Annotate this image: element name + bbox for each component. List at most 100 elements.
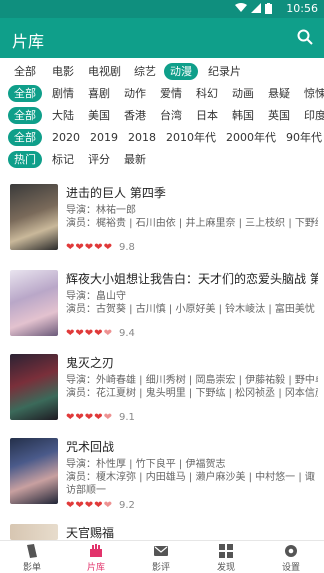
grid-icon (218, 543, 234, 559)
film-library-icon (88, 543, 104, 559)
heart-icon: ❤ (84, 328, 94, 339)
item-cast: 演员：花江夏树 | 鬼头明里 | 下野纮 | 松冈祯丞 | 冈本信彦 (66, 388, 318, 399)
filter-type-movie[interactable]: 电影 (46, 63, 80, 80)
filter-region-kr[interactable]: 韩国 (226, 107, 260, 124)
item-rating: ❤ ❤ ❤ ❤ ❤ 9.8 (66, 242, 135, 253)
filter-region-uk[interactable]: 英国 (262, 107, 296, 124)
filter-genre-mystery[interactable]: 悬疑 (262, 85, 296, 102)
filter-genre-scifi[interactable]: 科幻 (190, 85, 224, 102)
item-director: 导演：外崎春雄 | 细川秀树 | 岡島崇宏 | 伊藤祐毅 | 野中卓也 (66, 375, 318, 386)
filter-region-tw[interactable]: 台湾 (154, 107, 188, 124)
filter-genre-comedy[interactable]: 喜剧 (82, 85, 116, 102)
item-title: 天官赐福 (66, 526, 115, 540)
poster-image (10, 438, 58, 504)
item-text: 咒术回战 导演：朴性厚 | 竹下良平 | 伊福贺志 演员：榎木淳弥 | 内田雄马… (66, 438, 318, 497)
filter-year-2019[interactable]: 2019 (84, 129, 124, 146)
tab-library[interactable]: 片库 (64, 543, 128, 573)
heart-icon: ❤ (84, 242, 94, 253)
poster-image (10, 354, 58, 420)
heart-icon: ❤ (84, 500, 94, 511)
filter-year-all[interactable]: 全部 (8, 129, 42, 146)
heart-icon: ❤ (66, 242, 75, 253)
filter-row-sort: 热门 标记 评分 最新 (0, 148, 324, 170)
filter-type-documentary[interactable]: 纪录片 (202, 63, 247, 80)
filter-genre-action[interactable]: 动作 (118, 85, 152, 102)
filter-year-2020[interactable]: 2020 (46, 129, 86, 146)
item-director: 导演：畠山守 (66, 291, 126, 302)
item-text: 进击的巨人 第四季 导演：林祐一郎 演员：梶裕贵 | 石川由依 | 井上麻里奈 … (66, 184, 318, 230)
heart-icon: ❤ (75, 328, 84, 339)
item-score: 9.1 (118, 412, 135, 423)
filter-genre-animation[interactable]: 动画 (226, 85, 260, 102)
filter-type-anime[interactable]: 动漫 (164, 63, 198, 80)
app-bar: 片库 (0, 18, 324, 58)
tab-settings[interactable]: 设置 (259, 543, 323, 573)
filter-year-2010s[interactable]: 2010年代 (160, 129, 222, 146)
filter-genre-all[interactable]: 全部 (8, 85, 42, 102)
book-icon (24, 543, 40, 559)
gear-icon (283, 543, 299, 559)
filter-genre-thriller[interactable]: 惊悚 (298, 85, 324, 102)
filter-region-us[interactable]: 美国 (82, 107, 116, 124)
filter-region-hk[interactable]: 香港 (118, 107, 152, 124)
heart-icon: ❤ (75, 412, 84, 423)
item-director: 导演：朴性厚 | 竹下良平 | 伊福贺志 (66, 459, 226, 470)
heart-icon: ❤ (66, 412, 75, 423)
tab-watchlist[interactable]: 影单 (0, 543, 64, 573)
filter-row-type: 全部 电影 电视剧 综艺 动漫 纪录片 (0, 60, 324, 82)
heart-icon: ❤ (66, 500, 75, 511)
item-score: 9.8 (118, 242, 135, 253)
item-text: 天官赐福 (66, 524, 318, 540)
filter-row-genre: 全部 剧情 喜剧 动作 爱情 科幻 动画 悬疑 惊悚 (0, 82, 324, 104)
item-rating: ❤ ❤ ❤ ❤ ❤ 9.4 (66, 328, 135, 339)
list-item[interactable]: 鬼灭之刃 导演：外崎春雄 | 细川秀树 | 岡島崇宏 | 伊藤祐毅 | 野中卓也… (0, 354, 324, 440)
filter-year-2000s[interactable]: 2000年代 (220, 129, 282, 146)
filter-region-all[interactable]: 全部 (8, 107, 42, 124)
sort-marked[interactable]: 标记 (46, 151, 80, 168)
signal-icon (251, 3, 261, 17)
half-heart-icon: ❤ (103, 412, 112, 423)
status-time: 10:56 (286, 2, 318, 15)
filter-region-mainland[interactable]: 大陆 (46, 107, 80, 124)
filter-region-jp[interactable]: 日本 (190, 107, 224, 124)
filter-type-variety[interactable]: 综艺 (128, 63, 162, 80)
sort-hot[interactable]: 热门 (8, 151, 42, 168)
item-cast: 演员：榎木淳弥 | 内田雄马 | 濑户麻沙美 | 中村悠一 | 诹访部顺一 (66, 472, 315, 496)
filter-year-90s[interactable]: 90年代 (280, 129, 324, 146)
filter-region-in[interactable]: 印度 (298, 107, 324, 124)
item-cast: 演员：梶裕贵 | 石川由依 | 井上麻里奈 | 三上枝织 | 下野纮 (66, 218, 318, 229)
list-item[interactable]: 咒术回战 导演：朴性厚 | 竹下良平 | 伊福贺志 演员：榎木淳弥 | 内田雄马… (0, 438, 324, 524)
heart-icon: ❤ (84, 412, 94, 423)
filter-type-tv[interactable]: 电视剧 (82, 63, 127, 80)
tab-reviews[interactable]: 影评 (129, 543, 193, 573)
list-item[interactable]: 天官赐福 (0, 524, 324, 540)
item-score: 9.2 (118, 500, 135, 511)
half-heart-icon: ❤ (103, 328, 112, 339)
poster-image (10, 270, 58, 336)
heart-icon: ❤ (94, 500, 103, 511)
heart-icon: ❤ (103, 242, 112, 253)
filter-genre-drama[interactable]: 剧情 (46, 85, 80, 102)
poster-image (10, 184, 58, 250)
filter-type-all[interactable]: 全部 (8, 63, 42, 80)
status-bar: 10:56 (0, 0, 324, 18)
battery-icon (265, 3, 272, 17)
heart-icon: ❤ (75, 500, 84, 511)
item-title: 咒术回战 (66, 440, 115, 454)
sort-rating[interactable]: 评分 (82, 151, 116, 168)
page-title: 片库 (12, 32, 45, 51)
list-item[interactable]: 辉夜大小姐想让我告白：天才们的恋爱头脑战 第二季 导演：畠山守 演员：古贺葵 |… (0, 270, 324, 356)
list-item[interactable]: 进击的巨人 第四季 导演：林祐一郎 演员：梶裕贵 | 石川由依 | 井上麻里奈 … (0, 184, 324, 270)
item-title: 辉夜大小姐想让我告白：天才们的恋爱头脑战 第二季 (66, 272, 318, 286)
poster-image (10, 524, 58, 540)
tab-discover[interactable]: 发现 (194, 543, 258, 573)
item-title: 进击的巨人 第四季 (66, 186, 166, 200)
filter-genre-romance[interactable]: 爱情 (154, 85, 188, 102)
item-text: 鬼灭之刃 导演：外崎春雄 | 细川秀树 | 岡島崇宏 | 伊藤祐毅 | 野中卓也… (66, 354, 318, 400)
status-icons (235, 3, 272, 17)
wifi-icon (235, 3, 247, 17)
search-icon[interactable] (296, 28, 314, 46)
filter-year-2018[interactable]: 2018 (122, 129, 162, 146)
item-rating: ❤ ❤ ❤ ❤ ❤ 9.1 (66, 412, 135, 423)
sort-latest[interactable]: 最新 (118, 151, 152, 168)
